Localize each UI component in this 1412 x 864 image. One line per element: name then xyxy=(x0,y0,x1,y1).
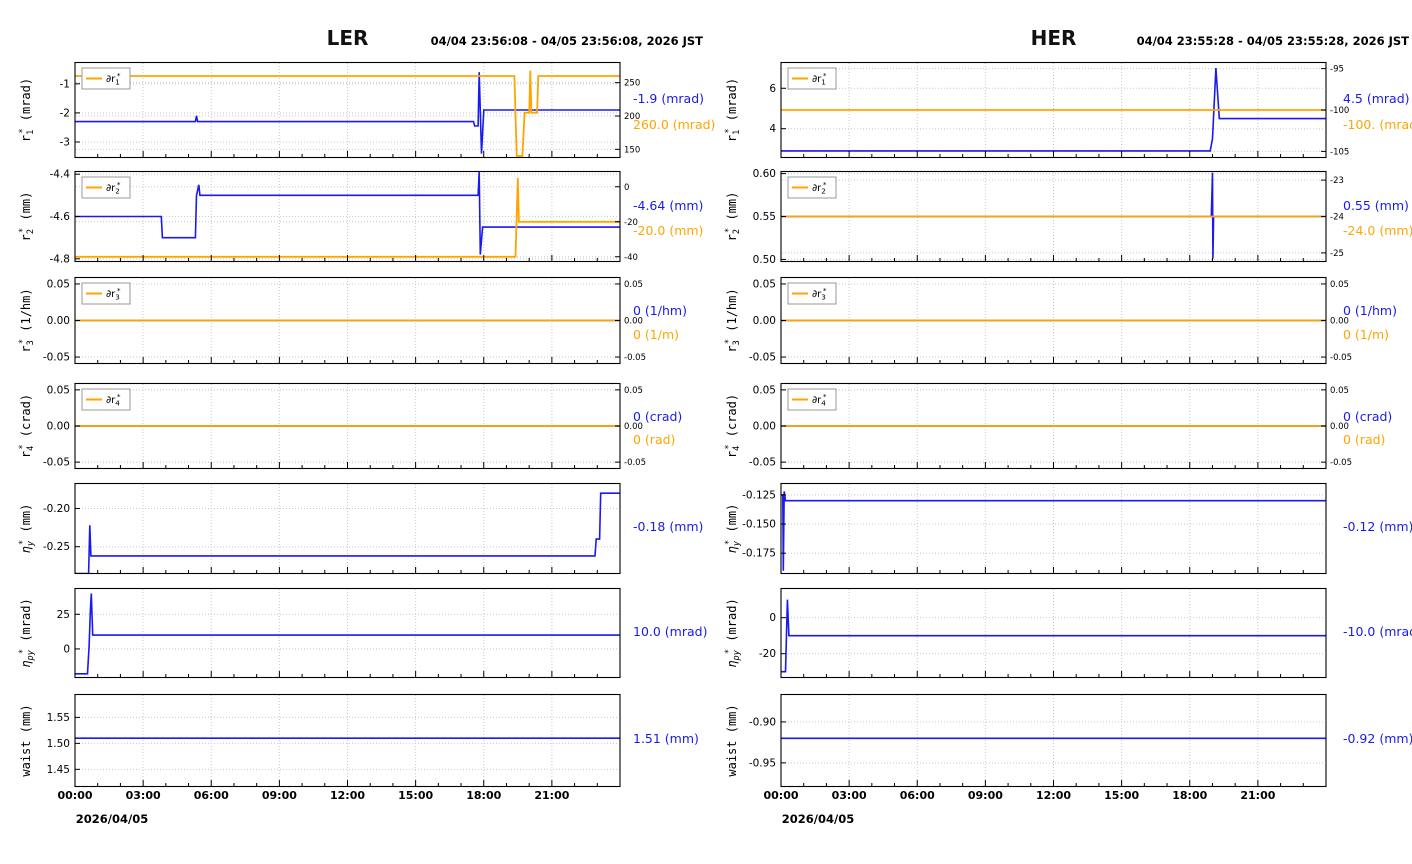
readouts-her: 4.5 (mrad) -100. (mrad) 0.55 (mm) -24.0 (mm… xyxy=(706,0,1412,864)
readout-r4-blue: 0 (crad) xyxy=(633,408,683,424)
readout-r2-blue: 0.55 (mm) xyxy=(1343,198,1409,214)
readout-r4-orange: 0 (rad) xyxy=(633,432,676,448)
readout-r3-blue: 0 (1/hm) xyxy=(1343,303,1397,319)
readout-r3-orange: 0 (1/m) xyxy=(633,326,680,342)
readouts-ler: -1.9 (mrad) 260.0 (mrad) -4.64 (mm) -20.0 (… xyxy=(0,0,715,864)
optics-monitor-page: LER 04/04 23:56:08 - 04/05 23:56:08, 202… xyxy=(0,0,1412,864)
readout-r4-orange: 0 (rad) xyxy=(1343,432,1386,448)
readout-r1-blue: 4.5 (mrad) xyxy=(1343,90,1410,106)
readout-r3-blue: 0 (1/hm) xyxy=(633,303,687,319)
her-column: HER 04/04 23:55:28 - 04/05 23:55:28, 202… xyxy=(706,0,1412,864)
readout-r1-orange: 260.0 (mrad) xyxy=(633,116,716,132)
readout-r2-orange: -24.0 (mm) xyxy=(1343,222,1412,238)
readout-waist-blue: 1.51 (mm) xyxy=(633,731,699,747)
readout-etay-blue: -0.18 (mm) xyxy=(633,519,704,535)
readout-r3-orange: 0 (1/m) xyxy=(1343,326,1390,342)
readout-r1-blue: -1.9 (mrad) xyxy=(633,90,705,106)
readout-r1-orange: -100. (mrad) xyxy=(1343,116,1412,132)
readout-etapy-blue: -10.0 (mrad) xyxy=(1343,624,1412,639)
readout-r2-orange: -20.0 (mm) xyxy=(633,222,704,238)
readout-r4-blue: 0 (crad) xyxy=(1343,408,1393,424)
readout-waist-blue: -0.92 (mm) xyxy=(1343,731,1412,747)
ler-column: LER 04/04 23:56:08 - 04/05 23:56:08, 202… xyxy=(0,0,715,864)
readout-r2-blue: -4.64 (mm) xyxy=(633,198,704,214)
readout-etay-blue: -0.12 (mm) xyxy=(1343,519,1412,535)
readout-etapy-blue: 10.0 (mrad) xyxy=(633,624,708,639)
